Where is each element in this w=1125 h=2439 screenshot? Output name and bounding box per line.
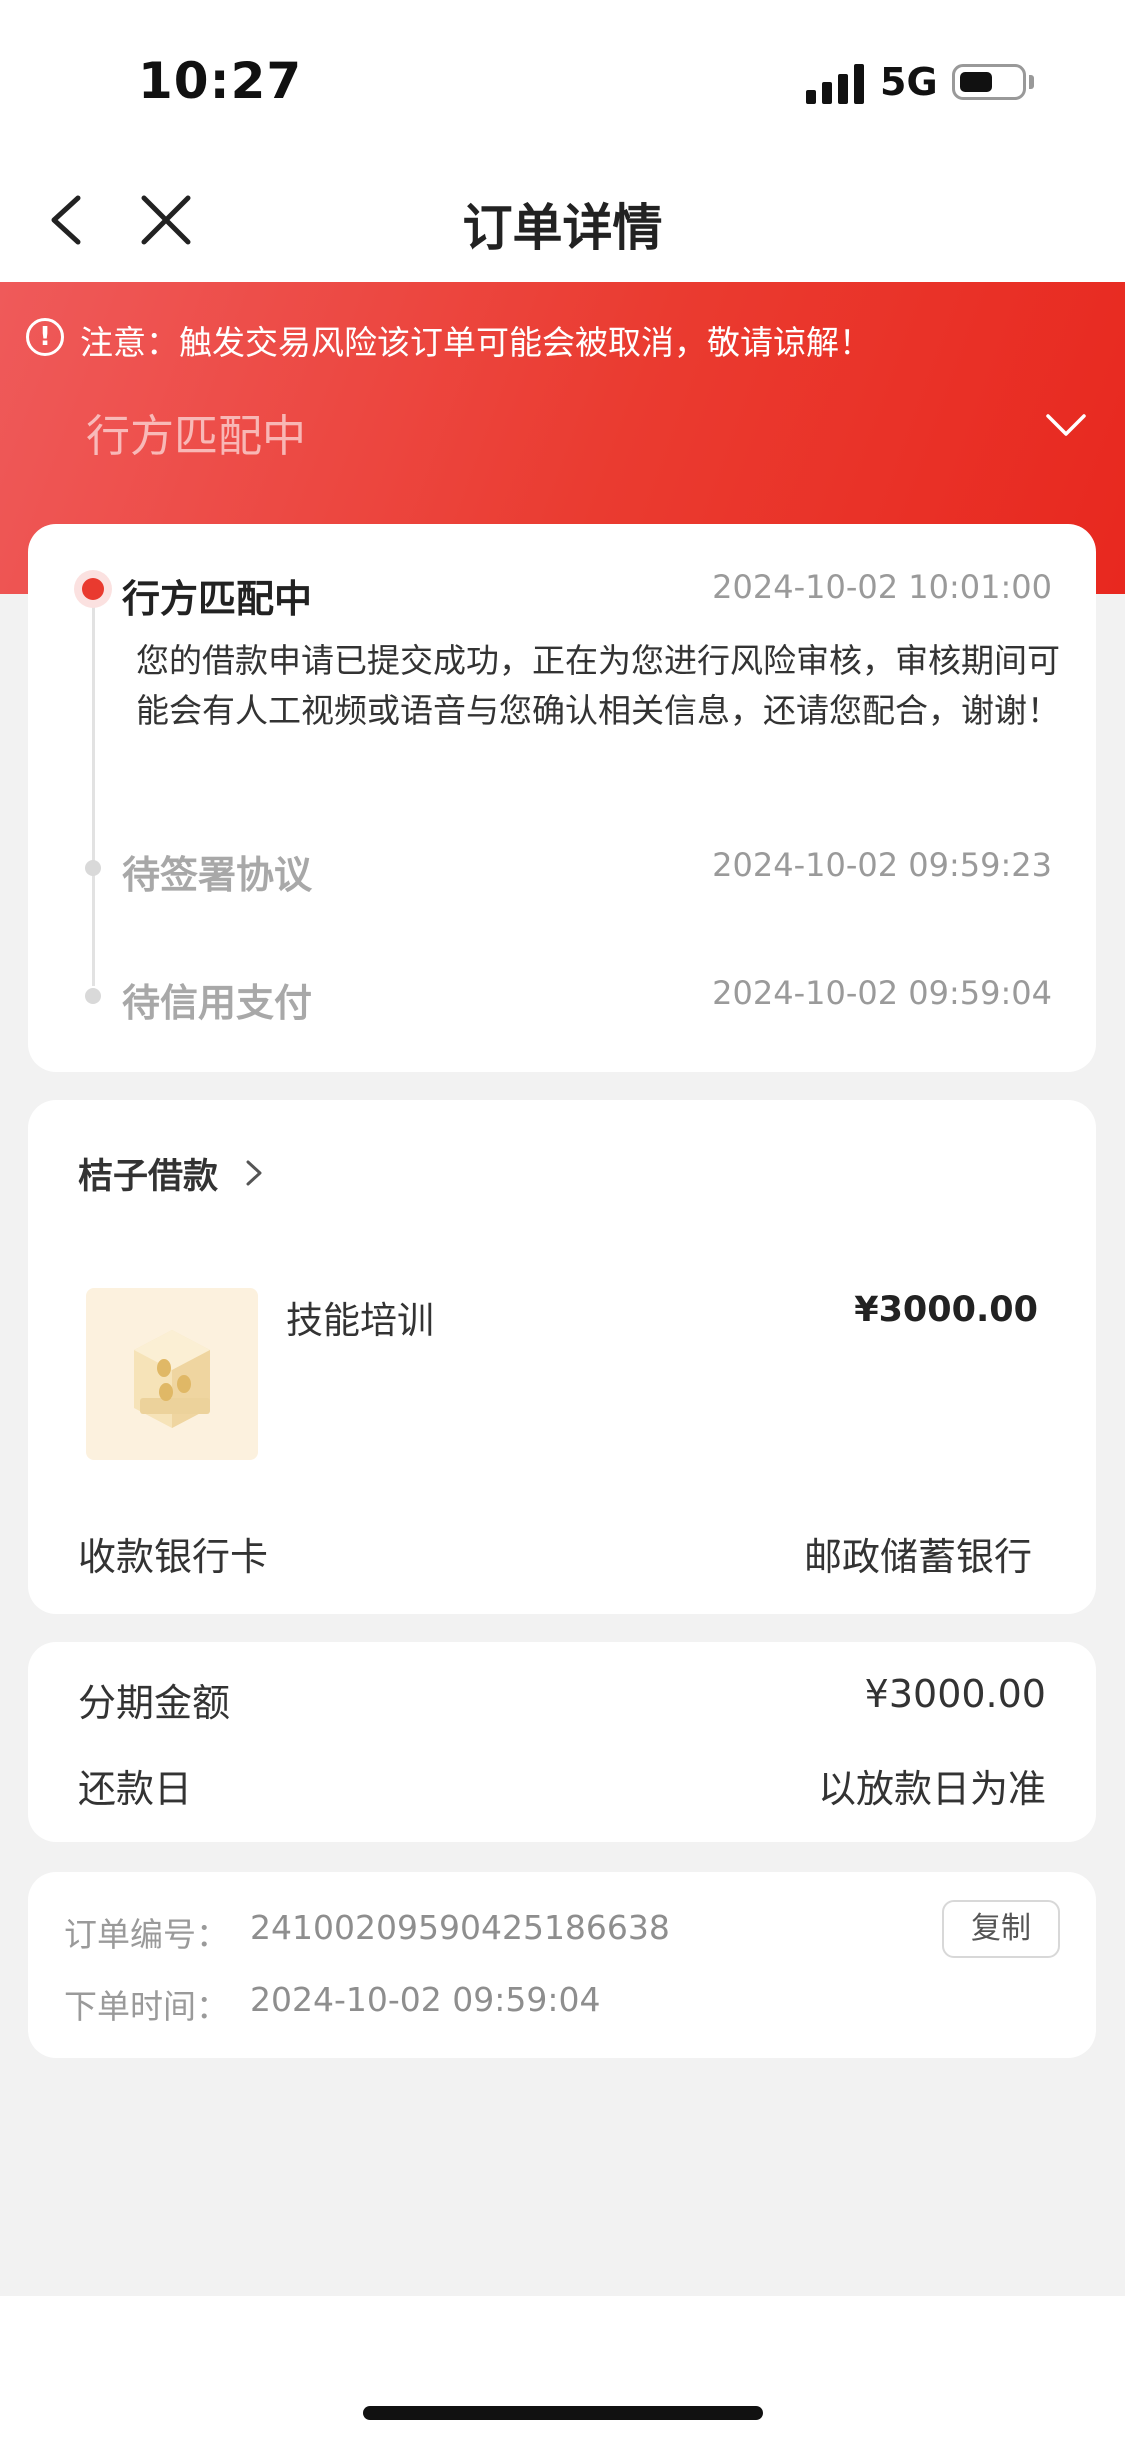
risk-alert-text: 注意：触发交易风险该订单可能会被取消，敬请谅解！ xyxy=(80,323,872,362)
timeline-active-dot xyxy=(74,570,112,608)
timeline-step-title: 待签署协议 xyxy=(122,853,313,897)
status-bar: 10:27 5G xyxy=(0,0,1125,160)
installment-card: 分期金额 ¥3000.00 还款日 以放款日为准 xyxy=(28,1642,1096,1842)
product-name: 技能培训 xyxy=(286,1299,434,1342)
timeline-step-time: 2024-10-02 09:59:23 xyxy=(712,846,1052,884)
timeline-step-time: 2024-10-02 10:01:00 xyxy=(712,568,1052,606)
timeline-step-time: 2024-10-02 09:59:04 xyxy=(712,974,1052,1012)
battery-icon xyxy=(952,64,1026,100)
order-time-label: 下单时间： xyxy=(64,1987,229,2026)
installment-amount-value: ¥3000.00 xyxy=(864,1672,1046,1716)
chevron-right-icon[interactable] xyxy=(240,1156,266,1190)
bank-card-label: 收款银行卡 xyxy=(78,1535,269,1579)
merchant-link[interactable]: 桔子借款 xyxy=(78,1148,218,1199)
timeline-line xyxy=(92,588,95,986)
order-number-value: 24100209590425186638 xyxy=(250,1908,670,1947)
home-indicator[interactable] xyxy=(363,2406,763,2420)
product-image xyxy=(86,1288,258,1460)
battery-tip xyxy=(1029,75,1034,89)
timeline-step-title: 待信用支付 xyxy=(122,981,313,1025)
order-number-label: 订单编号： xyxy=(64,1915,229,1954)
order-time-value: 2024-10-02 09:59:04 xyxy=(250,1980,601,2019)
timeline-dot xyxy=(85,988,101,1004)
page-title: 订单详情 xyxy=(462,199,663,257)
screen: 10:27 5G 订单详情 ! 注意：触发交易风险该订单可能会被取消，敬请谅解！… xyxy=(0,0,1125,2439)
status-time: 10:27 xyxy=(138,52,303,110)
copy-button[interactable]: 复制 xyxy=(942,1900,1060,1958)
nav-bar: 订单详情 xyxy=(0,160,1125,282)
alert-icon: ! xyxy=(26,318,64,356)
chevron-down-icon[interactable] xyxy=(1044,406,1088,446)
coin-box-icon xyxy=(134,1330,210,1428)
product-card: 桔子借款 技能培训 ¥3000.00 收款银行卡 邮政储蓄银行 xyxy=(28,1100,1096,1614)
network-type: 5G xyxy=(880,60,938,104)
bank-card-value: 邮政储蓄银行 xyxy=(803,1535,1032,1579)
repayment-day-label: 还款日 xyxy=(78,1767,193,1811)
bottom-area xyxy=(0,2296,1125,2439)
timeline-dot xyxy=(85,860,101,876)
timeline-step-title: 行方匹配中 xyxy=(122,577,313,621)
timeline-step-description: 您的借款申请已提交成功，正在为您进行风险审核，审核期间可能会有人工视频或语音与您… xyxy=(136,641,1060,730)
installment-amount-label: 分期金额 xyxy=(78,1681,231,1725)
repayment-day-value: 以放款日为准 xyxy=(817,1767,1046,1811)
timeline-card: 行方匹配中 2024-10-02 10:01:00 您的借款申请已提交成功，正在… xyxy=(28,524,1096,1072)
order-info-card: 订单编号： 24100209590425186638 复制 下单时间： 2024… xyxy=(28,1872,1096,2058)
order-status-title: 行方匹配中 xyxy=(86,411,306,462)
product-price: ¥3000.00 xyxy=(854,1290,1038,1330)
signal-icon xyxy=(806,64,864,104)
